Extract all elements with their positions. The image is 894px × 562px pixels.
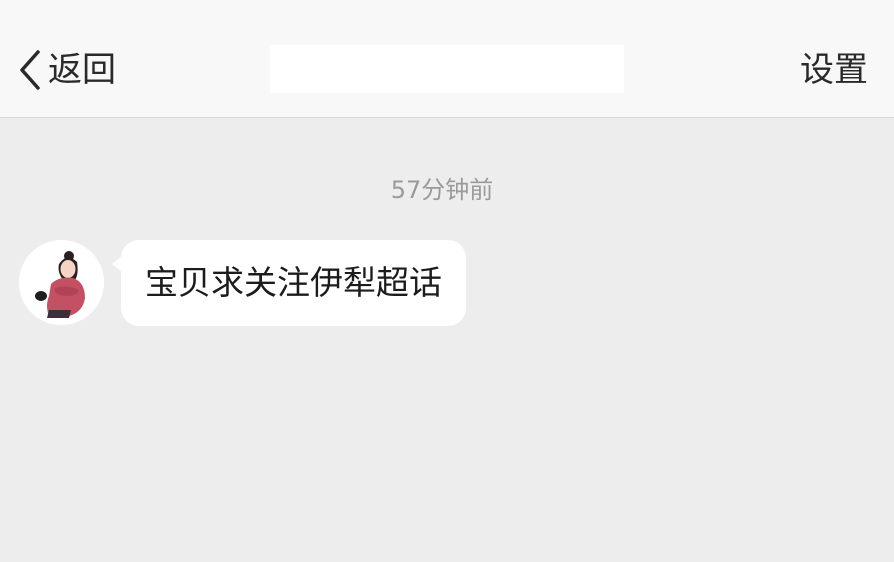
settings-button[interactable]: 设置	[800, 46, 868, 94]
navigation-bar: 返回 设置	[0, 0, 894, 118]
message-timestamp: 57分钟前	[390, 176, 494, 204]
avatar[interactable]	[19, 240, 104, 325]
bubble-tail	[112, 256, 122, 272]
chevron-left-icon	[14, 46, 44, 94]
message-text: 宝贝求关注伊犁超话	[145, 263, 442, 302]
back-button[interactable]: 返回	[14, 46, 116, 94]
page-title	[270, 45, 624, 93]
message-bubble[interactable]: 宝贝求关注伊犁超话	[112, 240, 466, 326]
back-label: 返回	[48, 50, 116, 90]
